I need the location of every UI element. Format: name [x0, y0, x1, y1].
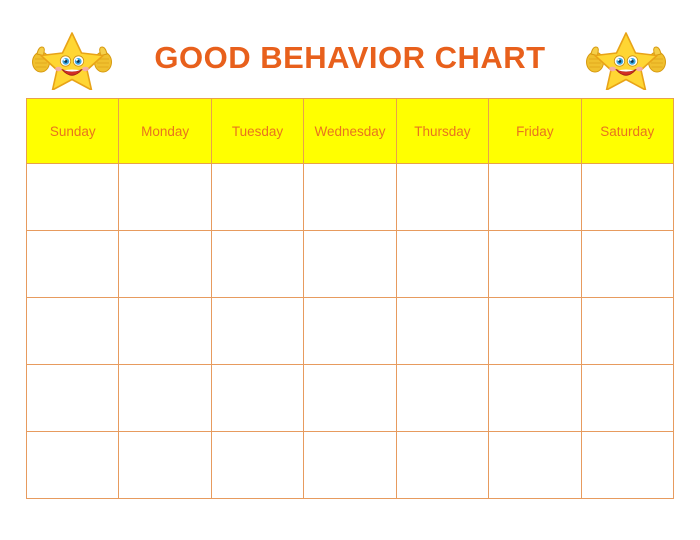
chart-cell[interactable]: [395, 163, 490, 231]
chart-cell[interactable]: [118, 230, 212, 298]
chart-cell[interactable]: [118, 163, 212, 231]
chart-cell[interactable]: [25, 230, 120, 298]
chart-cell[interactable]: [303, 431, 397, 499]
chart-cell[interactable]: [25, 163, 120, 231]
column-header-monday: Monday: [118, 98, 212, 164]
chart-cell[interactable]: [488, 364, 582, 432]
chart-cell[interactable]: [580, 364, 675, 432]
column-header-thursday: Thursday: [395, 98, 490, 164]
chart-cell[interactable]: [118, 297, 212, 365]
chart-cell[interactable]: [580, 297, 675, 365]
table-header-row: Sunday Monday Tuesday Wednesday Thursday…: [25, 98, 675, 164]
chart-cell[interactable]: [488, 230, 582, 298]
column-header-friday: Friday: [488, 98, 582, 164]
chart-cell[interactable]: [580, 163, 675, 231]
chart-cell[interactable]: [118, 364, 212, 432]
chart-cell[interactable]: [210, 163, 305, 231]
chart-cell[interactable]: [488, 431, 582, 499]
chart-cell[interactable]: [580, 431, 675, 499]
star-mascot-right: [578, 28, 674, 90]
chart-cell[interactable]: [488, 297, 582, 365]
chart-cell[interactable]: [25, 364, 120, 432]
table-row: [25, 163, 675, 231]
chart-cell[interactable]: [118, 431, 212, 499]
chart-cell[interactable]: [303, 297, 397, 365]
behavior-chart-table: Sunday Monday Tuesday Wednesday Thursday…: [25, 98, 675, 499]
chart-cell[interactable]: [210, 297, 305, 365]
good-behavior-chart-page: GOOD BEHAVIOR CHART Sunday Monday Tuesda…: [0, 0, 700, 540]
chart-cell[interactable]: [580, 230, 675, 298]
chart-cell[interactable]: [395, 297, 490, 365]
chart-cell[interactable]: [210, 230, 305, 298]
chart-cell[interactable]: [395, 431, 490, 499]
table-row: [25, 364, 675, 432]
chart-cell[interactable]: [303, 364, 397, 432]
chart-cell[interactable]: [303, 230, 397, 298]
chart-cell[interactable]: [395, 230, 490, 298]
table-row: [25, 297, 675, 365]
table-row: [25, 230, 675, 298]
behavior-chart-table-wrapper: Sunday Monday Tuesday Wednesday Thursday…: [25, 98, 675, 499]
chart-cell[interactable]: [303, 163, 397, 231]
column-header-tuesday: Tuesday: [210, 98, 305, 164]
column-header-wednesday: Wednesday: [303, 98, 397, 164]
table-header: Sunday Monday Tuesday Wednesday Thursday…: [25, 98, 675, 164]
chart-cell[interactable]: [25, 431, 120, 499]
chart-cell[interactable]: [210, 364, 305, 432]
smiling-star-icon: [594, 32, 658, 90]
column-header-sunday: Sunday: [25, 98, 120, 164]
column-header-saturday: Saturday: [580, 98, 675, 164]
page-title: GOOD BEHAVIOR CHART: [154, 39, 546, 75]
chart-cell[interactable]: [210, 431, 305, 499]
chart-cell[interactable]: [25, 297, 120, 365]
chart-cell[interactable]: [488, 163, 582, 231]
chart-cell[interactable]: [395, 364, 490, 432]
table-body: [25, 163, 675, 499]
table-row: [25, 431, 675, 499]
